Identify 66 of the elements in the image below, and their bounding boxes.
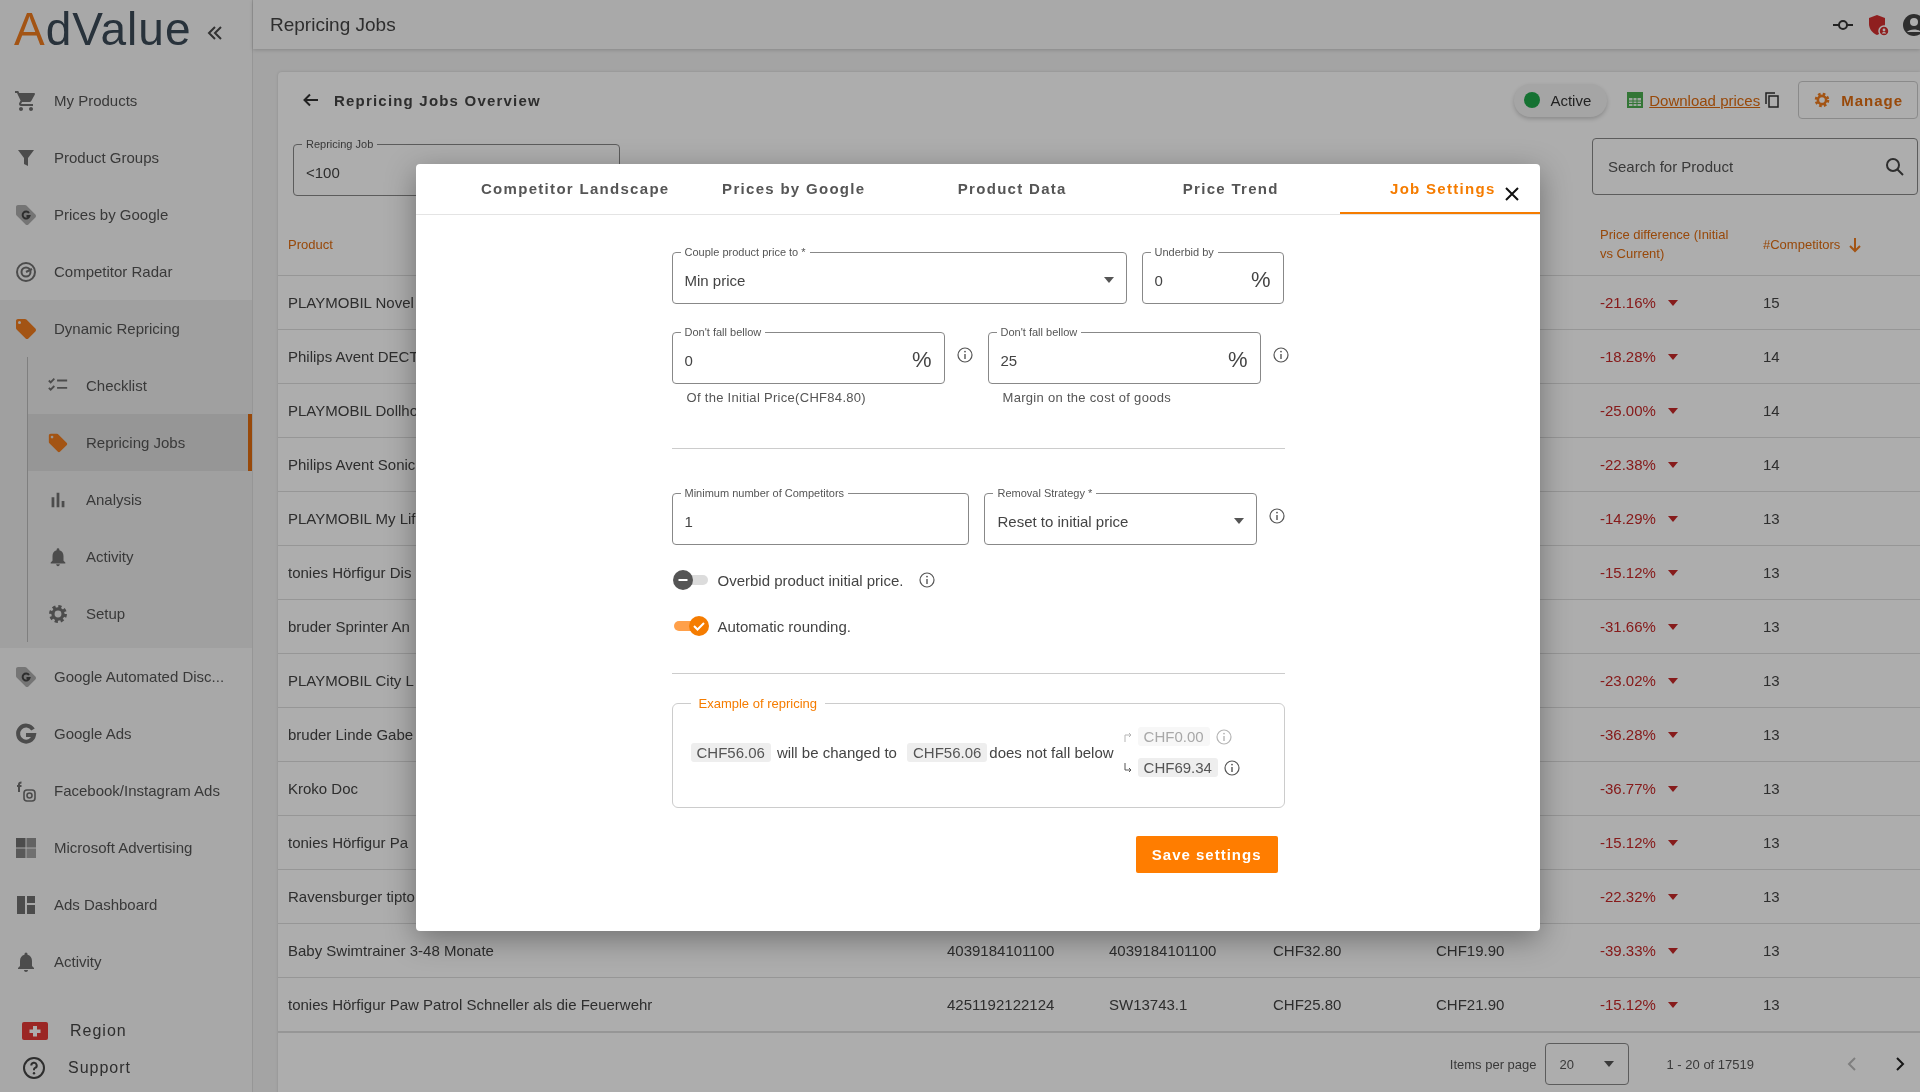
table-cell: -36.28% <box>1600 726 1656 743</box>
table-cell: Baby Swimtrainer 3-48 Monate <box>288 942 494 959</box>
price-chip: CHF56.06 <box>690 742 771 762</box>
price-chip: CHF56.06 <box>906 742 988 762</box>
table-cell: -15.12% <box>1600 564 1656 581</box>
helper-text: Margin on the cost of goods <box>1002 390 1173 405</box>
toggle-label: Overbid product initial price. <box>717 571 904 589</box>
table-cell: tonies Hörfigur Paw Patrol Schneller als die Feuerwehr <box>288 996 653 1013</box>
table-cell: CHF25.80 <box>1273 996 1342 1013</box>
table-cell: 13 <box>1763 672 1780 689</box>
table-cell: -25.00% <box>1600 402 1656 419</box>
example-text: will be changed to <box>776 743 897 761</box>
table-cell: 13 <box>1763 780 1780 797</box>
table-cell: 15 <box>1763 294 1780 311</box>
table-cell: 13 <box>1763 618 1780 635</box>
page-range: 1 - 20 of 17519 <box>1666 1056 1754 1072</box>
table-cell: PLAYMOBIL My Lif <box>288 510 416 527</box>
table-cell: -36.77% <box>1600 780 1656 797</box>
table-cell: SW13743.1 <box>1109 996 1188 1013</box>
table-cell: bruder Linde Gabe <box>288 726 414 743</box>
table-cell: PLAYMOBIL Dollho <box>288 402 419 419</box>
table-cell: CHF32.80 <box>1273 942 1342 959</box>
table-cell: -22.38% <box>1600 456 1656 473</box>
table-cell: 13 <box>1763 942 1780 959</box>
table-cell: PLAYMOBIL City L <box>288 672 414 689</box>
table-cell: -18.28% <box>1600 348 1656 365</box>
table-cell: 13 <box>1763 564 1780 581</box>
table-cell: 4251192122124 <box>947 996 1055 1013</box>
table-cell: 14 <box>1763 402 1780 419</box>
example-text: does not fall below <box>989 743 1114 761</box>
table-cell: 13 <box>1763 834 1780 851</box>
toggle-label: Automatic rounding. <box>717 617 851 635</box>
table-cell: 13 <box>1763 888 1780 905</box>
table-cell: 13 <box>1763 510 1780 527</box>
table-cell: CHF21.90 <box>1436 996 1505 1013</box>
table-cell: Kroko Doc <box>288 780 359 797</box>
panel-title: Example of repricing <box>697 696 818 711</box>
table-cell: -21.16% <box>1600 294 1656 311</box>
table-cell: 14 <box>1763 348 1780 365</box>
table-cell: bruder Sprinter An <box>288 618 410 635</box>
table-cell: -31.66% <box>1600 618 1656 635</box>
table-cell: 13 <box>1763 726 1780 743</box>
table-cell: 4039184101100 <box>1109 942 1217 959</box>
table-cell: 4039184101100 <box>947 942 1055 959</box>
table-cell: CHF19.90 <box>1436 942 1505 959</box>
table-cell: -14.29% <box>1600 510 1656 527</box>
table-cell: -22.32% <box>1600 888 1656 905</box>
table-cell: PLAYMOBIL Novel <box>288 294 414 311</box>
table-cell: -39.33% <box>1600 942 1656 959</box>
table-cell: Ravensburger tipto <box>288 888 415 905</box>
status-chip: Active <box>1514 83 1608 117</box>
table-cell: -15.12% <box>1600 996 1656 1013</box>
items-per-page-label: Items per page <box>1449 1056 1537 1072</box>
table-cell: -15.12% <box>1600 834 1656 851</box>
table-cell: Philips Avent Sonic <box>288 456 416 473</box>
logo: AdValue <box>14 2 192 56</box>
table-cell: 14 <box>1763 456 1780 473</box>
page-title: Repricing Jobs <box>270 13 396 36</box>
table-cell: tonies Hörfigur Pa <box>288 834 409 851</box>
table-cell: Philips Avent DECT <box>288 348 419 365</box>
table-cell: tonies Hörfigur Dis <box>288 564 412 581</box>
table-cell: -23.02% <box>1600 672 1656 689</box>
price-chip: CHF69.34 <box>1137 758 1218 777</box>
table-cell: 13 <box>1763 996 1780 1013</box>
helper-text: Of the Initial Price(CHF84.80) <box>686 390 867 405</box>
price-chip: CHF0.00 <box>1137 727 1210 746</box>
